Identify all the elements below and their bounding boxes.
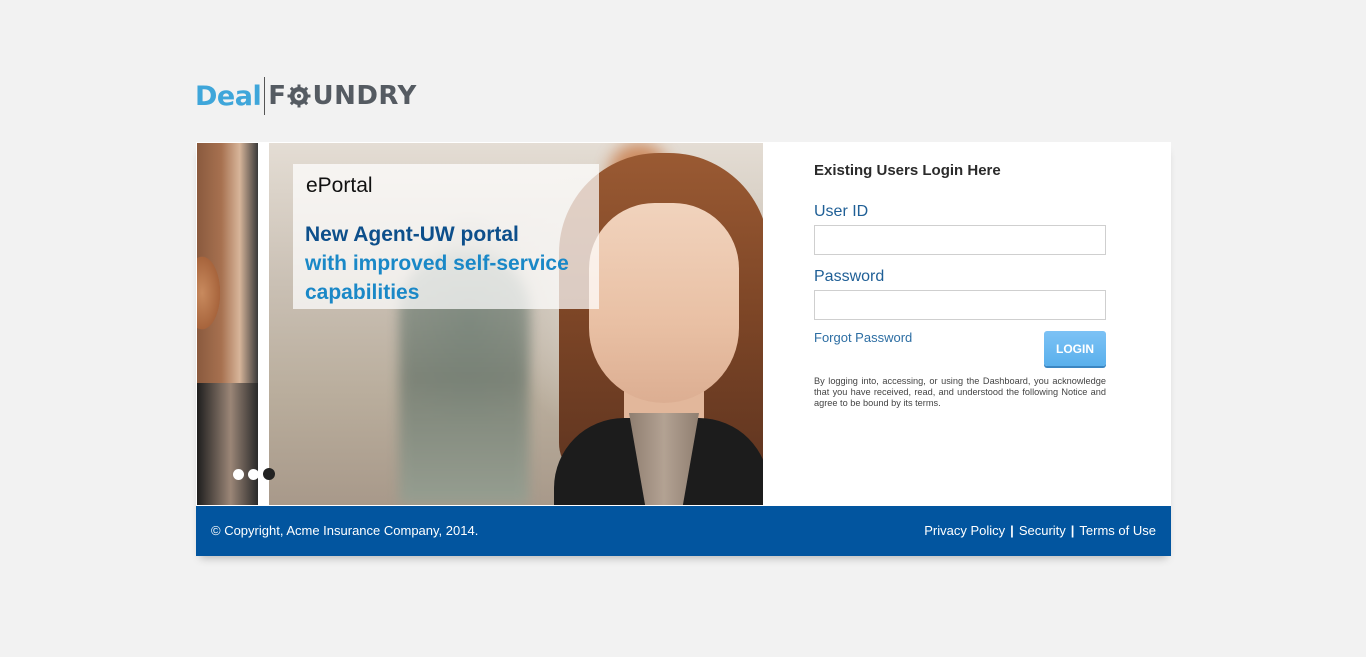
logo-foundry-text: F UNDRY (268, 81, 417, 111)
footer-separator: | (1010, 523, 1014, 538)
logo-divider (264, 77, 266, 115)
dealfoundry-logo: Deal F UNDRY (195, 76, 417, 116)
gear-icon (287, 84, 311, 108)
carousel-dot-3-active[interactable] (263, 468, 275, 480)
woman-face (589, 203, 739, 403)
carousel-caption: ePortal New Agent-UW portal with improve… (293, 164, 599, 309)
login-card: ePortal New Agent-UW portal with improve… (196, 142, 1171, 556)
copyright-text: © Copyright, Acme Insurance Company, 201… (211, 523, 479, 538)
privacy-policy-link[interactable]: Privacy Policy (924, 523, 1005, 538)
hero-carousel[interactable]: ePortal New Agent-UW portal with improve… (197, 143, 763, 505)
carousel-dot-2[interactable] (248, 468, 259, 480)
user-id-label: User ID (814, 203, 869, 220)
footer-links: Privacy Policy | Security | Terms of Use (924, 523, 1156, 538)
user-id-input[interactable] (814, 225, 1106, 255)
terms-of-use-link[interactable]: Terms of Use (1079, 523, 1156, 538)
password-input[interactable] (814, 290, 1106, 320)
login-notice: By logging into, accessing, or using the… (814, 376, 1106, 408)
caption-title: ePortal (306, 174, 373, 197)
security-link[interactable]: Security (1019, 523, 1066, 538)
password-label: Password (814, 268, 885, 285)
login-heading: Existing Users Login Here (814, 162, 1001, 179)
login-button[interactable]: LOGIN (1044, 331, 1106, 366)
carousel-pagination (233, 468, 275, 480)
forgot-password-link[interactable]: Forgot Password (814, 330, 912, 345)
logo-foundry-suffix: UNDRY (312, 81, 417, 111)
previous-slide-clothing (197, 383, 258, 505)
carousel-previous-slide-image (197, 143, 258, 505)
caption-line-3: capabilities (305, 281, 420, 304)
logo-deal-text: Deal (195, 80, 262, 112)
carousel-slide-gap (258, 143, 269, 505)
footer-separator: | (1070, 523, 1075, 538)
caption-line-2: with improved self-service (305, 252, 569, 275)
logo-foundry-prefix: F (268, 81, 287, 111)
footer-bar: © Copyright, Acme Insurance Company, 201… (196, 506, 1171, 556)
carousel-dot-1[interactable] (233, 468, 244, 480)
caption-line-1: New Agent-UW portal (305, 223, 519, 246)
